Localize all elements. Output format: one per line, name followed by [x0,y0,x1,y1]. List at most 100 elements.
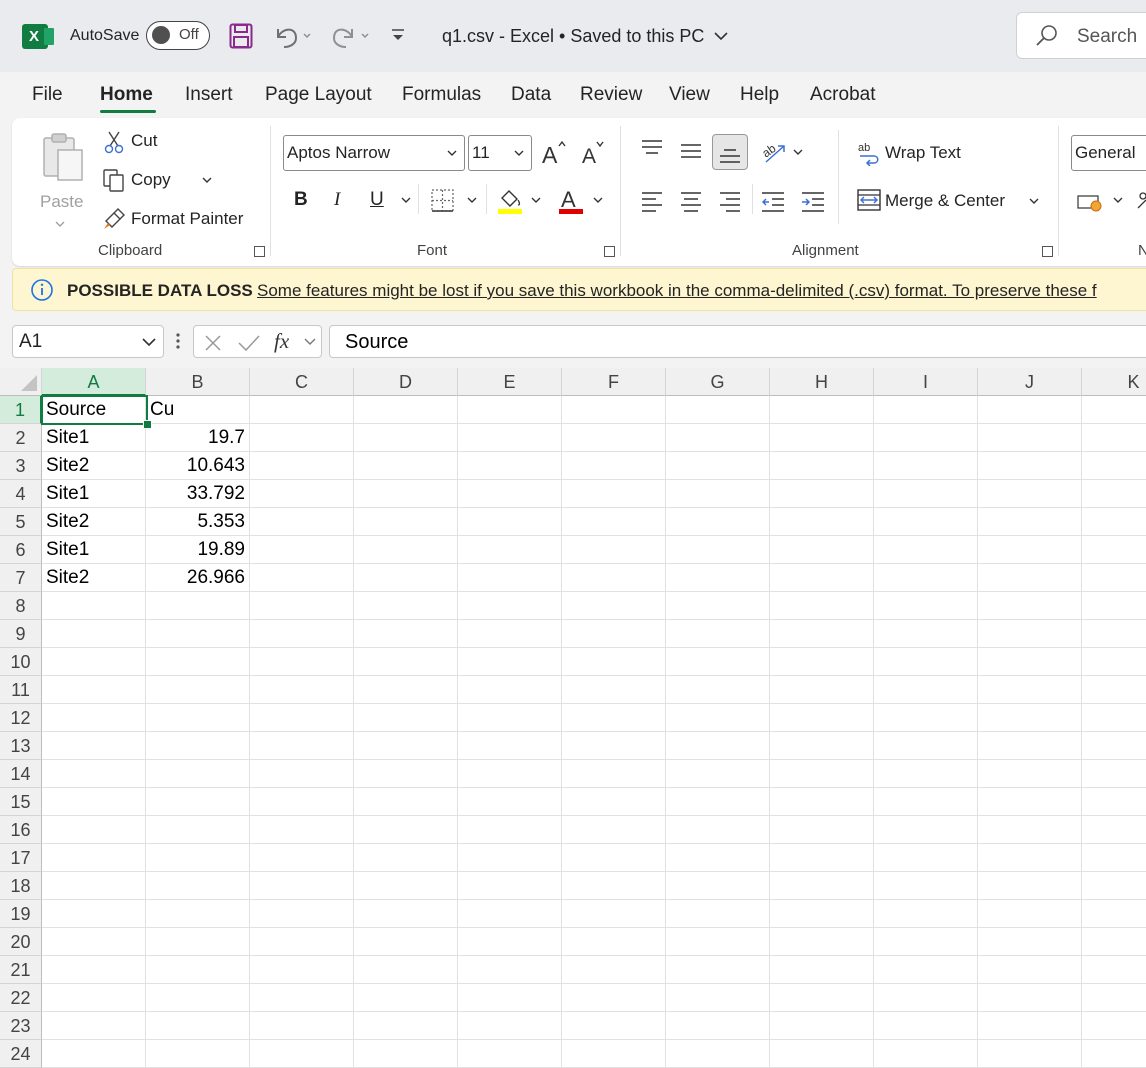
cell-i11[interactable] [874,676,978,704]
cell-a13[interactable] [42,732,146,760]
font-color-chevron-down-icon[interactable] [592,196,604,204]
borders-icon[interactable] [430,188,456,214]
cell-h10[interactable] [770,648,874,676]
cell-g23[interactable] [666,1012,770,1040]
cell-b12[interactable] [146,704,250,732]
row-header[interactable]: 9 [0,620,42,648]
cell-d9[interactable] [354,620,458,648]
cell-g11[interactable] [666,676,770,704]
underline-button[interactable]: U [370,189,384,211]
cell-g8[interactable] [666,592,770,620]
cell-k20[interactable] [1082,928,1146,956]
tab-acrobat[interactable]: Acrobat [810,84,875,106]
copy-button[interactable]: Copy [100,167,212,195]
cell-i5[interactable] [874,508,978,536]
cell-h5[interactable] [770,508,874,536]
cell-k12[interactable] [1082,704,1146,732]
borders-chevron-down-icon[interactable] [466,196,478,204]
cell-e24[interactable] [458,1040,562,1068]
cell-d12[interactable] [354,704,458,732]
select-all-corner[interactable] [0,368,42,396]
cell-d10[interactable] [354,648,458,676]
cell-b16[interactable] [146,816,250,844]
orientation-icon[interactable]: ab [760,138,788,166]
cell-c18[interactable] [250,872,354,900]
column-header-f[interactable]: F [562,368,666,396]
tab-file[interactable]: File [32,84,63,106]
cell-f15[interactable] [562,788,666,816]
decrease-font-size-icon[interactable]: A [580,138,610,168]
cell-a11[interactable] [42,676,146,704]
cell-b13[interactable] [146,732,250,760]
wrap-text-button[interactable]: ab Wrap Text [854,138,994,168]
cell-j21[interactable] [978,956,1082,984]
accounting-chevron-down-icon[interactable] [1112,196,1124,204]
cell-h15[interactable] [770,788,874,816]
cell-j24[interactable] [978,1040,1082,1068]
cell-g5[interactable] [666,508,770,536]
align-center-icon[interactable] [679,190,703,212]
cell-b2[interactable]: 19.7 [146,424,250,452]
format-painter-button[interactable]: Format Painter [100,206,260,234]
cell-d21[interactable] [354,956,458,984]
cell-f11[interactable] [562,676,666,704]
fill-handle[interactable] [143,420,152,429]
save-icon[interactable] [229,23,253,49]
merge-center-button[interactable]: Merge & Center [854,186,1044,216]
cell-c13[interactable] [250,732,354,760]
tab-page-layout[interactable]: Page Layout [265,84,372,106]
cell-f1[interactable] [562,396,666,424]
cell-k6[interactable] [1082,536,1146,564]
cell-j4[interactable] [978,480,1082,508]
cell-d22[interactable] [354,984,458,1012]
cell-e21[interactable] [458,956,562,984]
cell-f2[interactable] [562,424,666,452]
cell-d13[interactable] [354,732,458,760]
row-header[interactable]: 6 [0,536,42,564]
cell-k10[interactable] [1082,648,1146,676]
cell-i3[interactable] [874,452,978,480]
column-header-g[interactable]: G [666,368,770,396]
cell-g10[interactable] [666,648,770,676]
cell-d7[interactable] [354,564,458,592]
row-header[interactable]: 18 [0,872,42,900]
cell-k5[interactable] [1082,508,1146,536]
cell-d5[interactable] [354,508,458,536]
cell-h16[interactable] [770,816,874,844]
cell-e13[interactable] [458,732,562,760]
cell-g9[interactable] [666,620,770,648]
accounting-format-icon[interactable] [1076,192,1106,214]
row-header[interactable]: 10 [0,648,42,676]
cell-c15[interactable] [250,788,354,816]
search-box[interactable]: Search [1016,12,1146,59]
cell-h14[interactable] [770,760,874,788]
cell-h21[interactable] [770,956,874,984]
cell-j22[interactable] [978,984,1082,1012]
row-header[interactable]: 14 [0,760,42,788]
cell-a15[interactable] [42,788,146,816]
increase-font-size-icon[interactable]: A [540,138,570,168]
cell-k21[interactable] [1082,956,1146,984]
cell-c8[interactable] [250,592,354,620]
cut-button[interactable]: Cut [100,128,200,156]
cell-e2[interactable] [458,424,562,452]
cell-i20[interactable] [874,928,978,956]
cell-b10[interactable] [146,648,250,676]
row-header[interactable]: 2 [0,424,42,452]
cell-e6[interactable] [458,536,562,564]
cell-b24[interactable] [146,1040,250,1068]
cell-e22[interactable] [458,984,562,1012]
cell-d8[interactable] [354,592,458,620]
cell-b6[interactable]: 19.89 [146,536,250,564]
row-header[interactable]: 20 [0,928,42,956]
cell-i6[interactable] [874,536,978,564]
cell-b4[interactable]: 33.792 [146,480,250,508]
cell-f17[interactable] [562,844,666,872]
fill-color-chevron-down-icon[interactable] [530,196,542,204]
cell-a5[interactable]: Site2 [42,508,146,536]
cell-g20[interactable] [666,928,770,956]
row-header[interactable]: 23 [0,1012,42,1040]
cell-i16[interactable] [874,816,978,844]
cell-e11[interactable] [458,676,562,704]
cell-h24[interactable] [770,1040,874,1068]
